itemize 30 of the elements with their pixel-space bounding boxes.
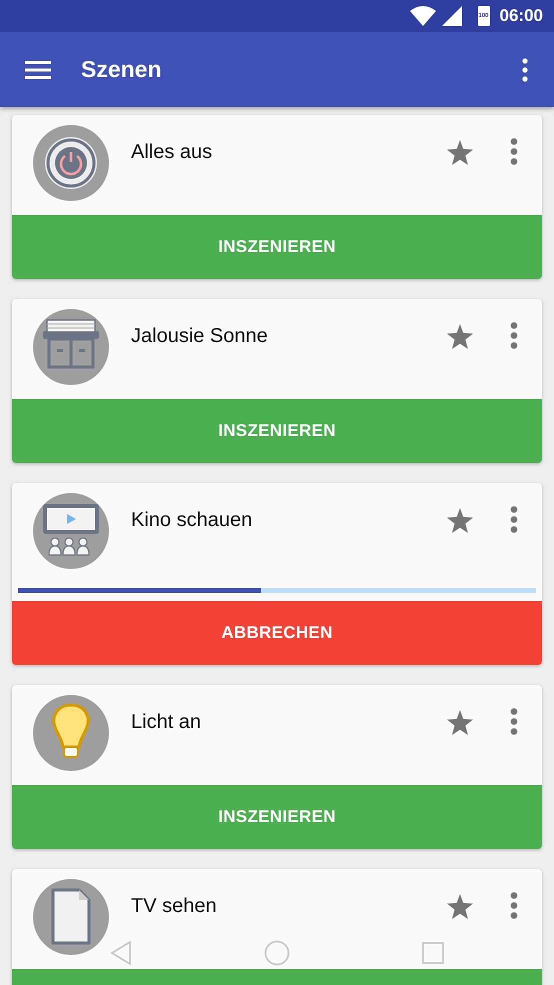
start-scene-button[interactable]: INSZENIEREN xyxy=(12,399,542,463)
scene-title: Alles aus xyxy=(131,141,214,164)
wifi-icon xyxy=(410,6,436,26)
power-icon xyxy=(33,125,109,201)
star-icon[interactable] xyxy=(447,894,473,919)
star-icon[interactable] xyxy=(447,140,473,165)
more-options-icon[interactable] xyxy=(510,892,518,919)
star-icon[interactable] xyxy=(447,710,473,735)
cinema-icon xyxy=(33,493,109,569)
more-options-icon[interactable] xyxy=(510,138,518,165)
start-scene-button[interactable]: INSZENIEREN xyxy=(12,785,542,849)
signal-icon xyxy=(442,6,462,26)
document-icon xyxy=(33,879,109,955)
app-title: Szenen xyxy=(81,56,163,83)
star-icon[interactable] xyxy=(447,324,473,349)
menu-icon[interactable] xyxy=(25,60,51,80)
scene-title: Jalousie Sonne xyxy=(131,325,269,348)
more-options-icon[interactable] xyxy=(521,58,529,82)
cancel-button[interactable]: ABBRECHEN xyxy=(12,601,542,665)
clock-time: 06:00 xyxy=(500,6,543,26)
scene-title: Licht an xyxy=(131,711,202,734)
more-options-icon[interactable] xyxy=(510,708,518,735)
blinds-icon xyxy=(33,309,109,385)
light-bulb-icon xyxy=(33,695,109,771)
scene-title: TV sehen xyxy=(131,895,218,918)
star-icon[interactable] xyxy=(447,508,473,533)
start-scene-button[interactable]: INSZENIEREN xyxy=(12,215,542,279)
scene-title: Kino schauen xyxy=(131,509,254,532)
more-options-icon[interactable] xyxy=(510,506,518,533)
more-options-icon[interactable] xyxy=(510,322,518,349)
